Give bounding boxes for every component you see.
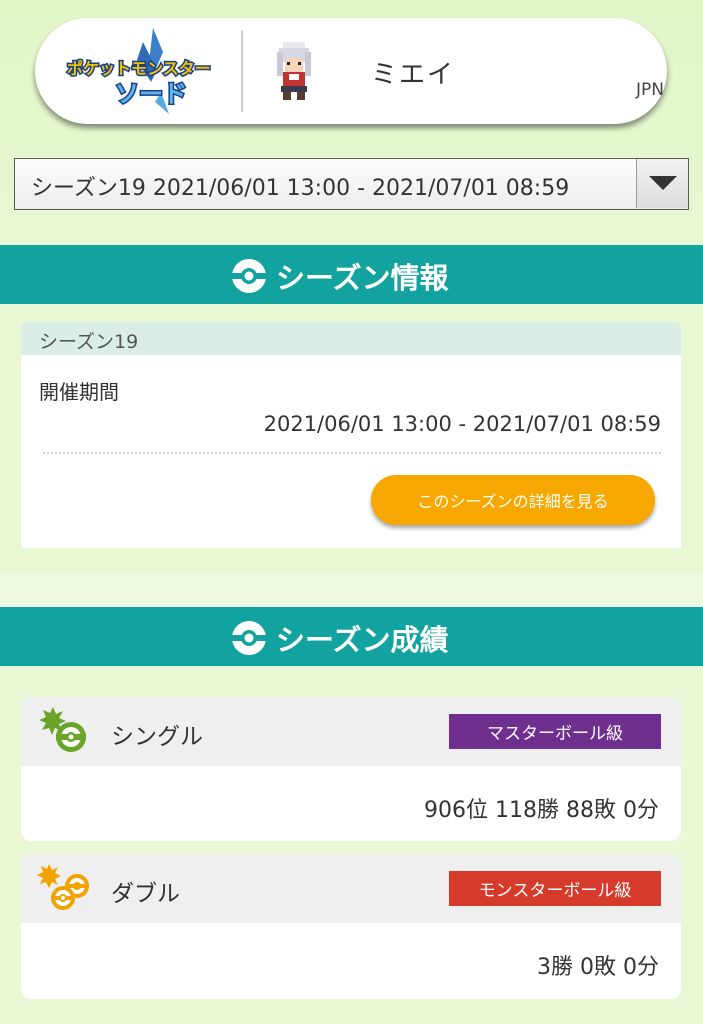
single-battle-icon (39, 707, 86, 752)
pokemon-sword-logo: ポケットモンスター ソード (66, 28, 212, 114)
season-name: シーズン19 (21, 322, 681, 355)
pokeball-icon (232, 621, 266, 655)
result-body: 906位 118勝 88敗 0分 (21, 766, 681, 841)
rank-badge: マスターボール級 (449, 714, 661, 749)
single-battle-result: シングル マスターボール級 906位 118勝 88敗 0分 (21, 697, 681, 841)
season-info-card: シーズン19 開催期間 2021/06/01 13:00 - 2021/07/0… (21, 322, 681, 548)
period-label: 開催期間 (39, 380, 119, 404)
trainer-profile-card: ポケットモンスター ソード ミエイ JPN (35, 18, 667, 124)
season-select[interactable]: シーズン19 2021/06/01 13:00 - 2021/07/01 08:… (14, 158, 689, 210)
result-header: シングル マスターボール級 (21, 697, 681, 766)
caret-down-icon (649, 176, 677, 190)
header-divider (241, 30, 243, 112)
svg-text:ソード: ソード (115, 81, 187, 108)
rank-badge: モンスターボール級 (449, 871, 661, 906)
region-code: JPN (636, 80, 664, 100)
section-title: シーズン情報 (276, 263, 449, 295)
dotted-divider (43, 452, 661, 454)
select-arrow-button[interactable] (636, 159, 688, 208)
trainer-name: ミエイ (371, 60, 456, 90)
season-results-header: シーズン成績 (0, 607, 703, 666)
season-info-header: シーズン情報 (0, 245, 703, 304)
battle-format-label: シングル (111, 724, 203, 750)
battle-record: 906位 118勝 88敗 0分 (424, 798, 659, 823)
battle-record: 3勝 0敗 0分 (537, 955, 659, 980)
season-select-value: シーズン19 2021/06/01 13:00 - 2021/07/01 08:… (31, 176, 570, 201)
trainer-sprite-icon (277, 42, 311, 100)
svg-text:ポケットモンスター: ポケットモンスター (67, 59, 211, 78)
season-detail-button[interactable]: このシーズンの詳細を見る (371, 475, 655, 525)
result-header: ダブル モンスターボール級 (21, 854, 681, 923)
double-battle-result: ダブル モンスターボール級 3勝 0敗 0分 (21, 854, 681, 999)
section-title: シーズン成績 (276, 625, 449, 657)
period-value: 2021/06/01 13:00 - 2021/07/01 08:59 (263, 412, 661, 436)
battle-format-label: ダブル (111, 881, 180, 907)
pokeball-icon (232, 259, 266, 293)
result-body: 3勝 0敗 0分 (21, 923, 681, 998)
double-battle-icon (37, 864, 89, 910)
